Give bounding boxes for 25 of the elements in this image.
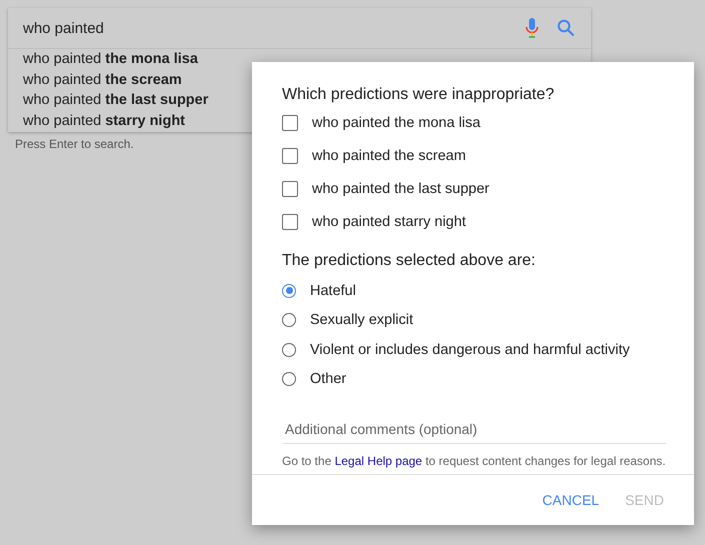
radio-button[interactable] [282, 372, 296, 386]
search-field[interactable]: who painted [23, 20, 507, 36]
checkbox-label: who painted the mona lisa [312, 114, 480, 130]
radio-label: Other [310, 371, 346, 388]
radio-button[interactable] [282, 342, 296, 357]
checkbox[interactable] [282, 148, 298, 164]
checkbox-label: who painted the scream [312, 148, 466, 164]
hint-text: Press Enter to search. [15, 137, 135, 151]
comments-field[interactable]: Additional comments (optional) [283, 421, 666, 444]
radio-label: Sexually explicit [310, 312, 414, 328]
checkbox[interactable] [282, 180, 298, 196]
dialog-question: Which predictions were inappropriate? [282, 86, 556, 104]
radio-button[interactable] [282, 313, 296, 328]
legal-note: Go to the Legal Help page to request content changes for legal reasons. [282, 454, 664, 468]
legal-help-link[interactable]: Legal Help page [334, 454, 422, 468]
radio-label: Hateful [310, 282, 356, 299]
microphone-icon[interactable] [525, 18, 539, 38]
radio-button[interactable] [282, 284, 296, 298]
radio-label: Violent or includes dangerous and harmful activity [310, 342, 630, 358]
section-heading: The predictions selected above are: [282, 252, 536, 270]
checkbox[interactable] [282, 114, 298, 130]
cancel-button[interactable]: CANCEL [542, 492, 600, 508]
checkbox-label: who painted the last supper [312, 180, 490, 196]
checkbox[interactable] [282, 214, 298, 230]
checkbox-label: who painted starry night [312, 214, 466, 230]
